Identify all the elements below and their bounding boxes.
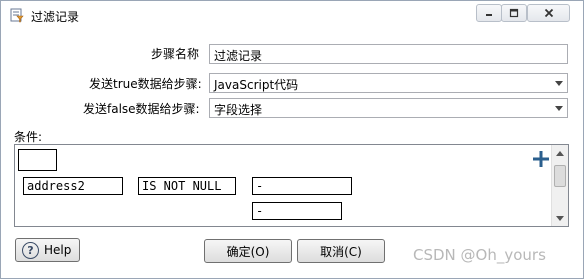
close-button[interactable] bbox=[527, 4, 570, 22]
send-true-value: JavaScript代码 bbox=[214, 78, 299, 92]
conditions-label: 条件: bbox=[14, 130, 43, 144]
send-false-value: 字段选择 bbox=[214, 103, 263, 117]
chevron-down-icon[interactable] bbox=[550, 99, 567, 117]
step-name-input[interactable]: 过滤记录 bbox=[209, 44, 568, 64]
scroll-up-icon[interactable] bbox=[552, 145, 568, 161]
condition-value-box[interactable]: - bbox=[252, 202, 342, 220]
help-button-label: Help bbox=[44, 243, 72, 257]
title-bar[interactable]: 过滤记录 bbox=[1, 1, 583, 31]
scroll-down-icon[interactable] bbox=[552, 210, 568, 226]
help-button[interactable]: ? Help bbox=[15, 238, 80, 262]
ok-button[interactable]: 确定(O) bbox=[204, 239, 292, 263]
vertical-scrollbar[interactable] bbox=[551, 145, 568, 226]
help-icon: ? bbox=[22, 241, 39, 259]
cancel-button[interactable]: 取消(C) bbox=[297, 239, 385, 263]
maximize-icon bbox=[509, 8, 519, 18]
window-title: 过滤记录 bbox=[31, 10, 80, 24]
condition-operator-box[interactable]: IS NOT NULL bbox=[138, 177, 236, 195]
maximize-button[interactable] bbox=[501, 4, 527, 22]
watermark: CSDN @Oh_yours bbox=[413, 246, 546, 264]
condition-value-box[interactable]: - bbox=[252, 177, 352, 195]
send-false-combo[interactable]: 字段选择 bbox=[209, 98, 568, 118]
minimize-icon bbox=[486, 14, 492, 16]
send-false-label: 发送false数据给步骤: bbox=[83, 102, 200, 116]
plus-icon bbox=[533, 151, 549, 167]
conditions-panel[interactable]: address2 IS NOT NULL - - bbox=[14, 144, 569, 227]
condition-field-box[interactable]: address2 bbox=[23, 177, 123, 195]
chevron-down-icon[interactable] bbox=[550, 74, 567, 92]
scrollbar-thumb[interactable] bbox=[554, 165, 566, 187]
send-true-combo[interactable]: JavaScript代码 bbox=[209, 73, 568, 93]
filter-rows-dialog: 过滤记录 步骤名称 过滤记录 发送true数据给步骤: JavaScript代码… bbox=[0, 0, 584, 279]
step-name-label: 步骤名称 bbox=[151, 47, 200, 61]
send-true-label: 发送true数据给步骤: bbox=[89, 77, 202, 91]
condition-negate-box[interactable] bbox=[18, 149, 57, 171]
filter-rows-icon bbox=[10, 8, 24, 23]
add-condition-button[interactable] bbox=[530, 150, 552, 172]
close-icon bbox=[544, 8, 553, 18]
minimize-button[interactable] bbox=[476, 4, 502, 22]
